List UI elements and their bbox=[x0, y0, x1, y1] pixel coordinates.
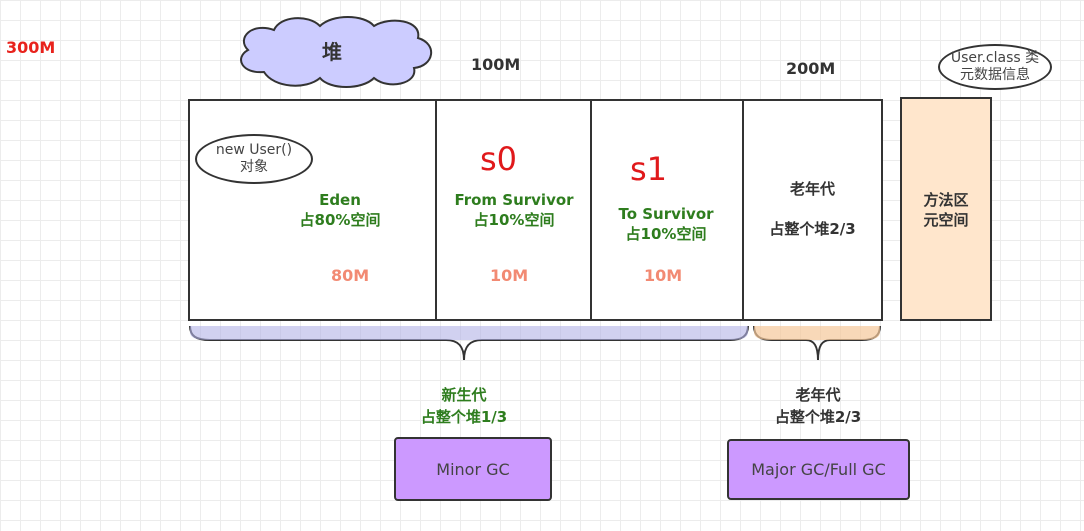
old-gen-size: 200M bbox=[786, 59, 836, 78]
from-survivor-label: From Survivor 占10%空间 bbox=[440, 190, 588, 230]
eden-ratio: 占80%空间 bbox=[299, 211, 381, 229]
old-gen-ratio: 占整个堆2/3 bbox=[774, 408, 862, 426]
young-gen-label: 新生代 占整个堆1/3 bbox=[384, 384, 544, 428]
old-gen-box-ratio: 占整个堆2/3 bbox=[769, 220, 856, 238]
method-area-line1: 方法区 bbox=[923, 191, 969, 209]
old-gen-title: 老年代 bbox=[795, 386, 841, 404]
heap-label: 堆 bbox=[322, 40, 342, 64]
young-gen-size: 100M bbox=[471, 55, 521, 74]
young-gen-ratio: 占整个堆1/3 bbox=[420, 408, 508, 426]
from-survivor-size: 10M bbox=[490, 266, 529, 285]
new-user-object-note: new User() 对象 bbox=[195, 134, 313, 184]
old-gen-box-label: 老年代 占整个堆2/3 bbox=[742, 178, 883, 240]
from-survivor-ratio: 占10%空间 bbox=[473, 211, 555, 229]
s0-tag: s0 bbox=[480, 140, 518, 178]
to-survivor-size: 10M bbox=[644, 266, 683, 285]
young-gen-title: 新生代 bbox=[441, 386, 487, 404]
eden-size: 80M bbox=[331, 266, 370, 285]
class-metadata-note-line2: 元数据信息 bbox=[960, 67, 1030, 83]
young-gen-brace bbox=[189, 325, 749, 361]
eden-title: Eden bbox=[319, 191, 361, 209]
old-gen-box-title: 老年代 bbox=[789, 180, 835, 198]
method-area-label: 方法区 元空间 bbox=[900, 190, 992, 230]
old-gen-brace bbox=[753, 325, 881, 361]
total-heap-size: 300M bbox=[6, 38, 56, 57]
major-gc-button[interactable]: Major GC/Full GC bbox=[727, 439, 910, 500]
to-survivor-label: To Survivor 占10%空间 bbox=[596, 204, 736, 244]
from-survivor-title: From Survivor bbox=[454, 191, 574, 209]
to-survivor-title: To Survivor bbox=[618, 205, 714, 223]
new-user-object-line1: new User() bbox=[215, 142, 293, 158]
method-area-line2: 元空间 bbox=[923, 211, 969, 229]
to-survivor-ratio: 占10%空间 bbox=[625, 225, 707, 243]
class-metadata-note: User.class 类 元数据信息 bbox=[938, 44, 1052, 90]
old-gen-label: 老年代 占整个堆2/3 bbox=[740, 384, 896, 428]
s1-tag: s1 bbox=[630, 150, 668, 188]
minor-gc-button[interactable]: Minor GC bbox=[394, 437, 552, 501]
class-metadata-note-line1: User.class 类 bbox=[950, 50, 1040, 66]
new-user-object-line2: 对象 bbox=[240, 159, 268, 175]
eden-label: Eden 占80%空间 bbox=[280, 190, 400, 230]
